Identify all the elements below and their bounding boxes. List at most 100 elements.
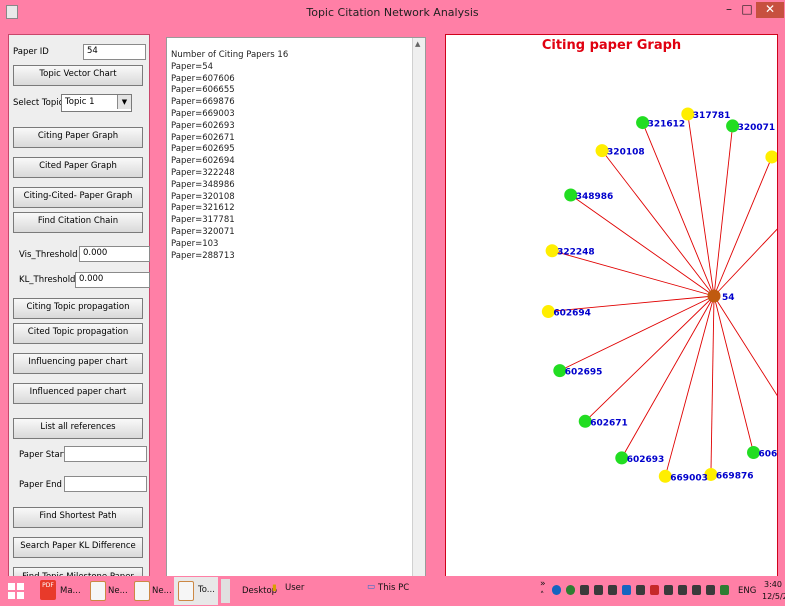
citing-topic-propagation-button[interactable]: Citing Topic propagation <box>13 298 143 319</box>
paper-node-label: 317781 <box>693 111 731 121</box>
paper-line: Paper=320071 <box>171 226 235 237</box>
paper-line: Paper=320108 <box>171 191 235 202</box>
user-folder[interactable]: User <box>285 583 304 593</box>
tray-network-icon[interactable] <box>552 585 561 595</box>
citation-edge <box>710 295 715 475</box>
paper-node-label: 320071 <box>738 123 776 133</box>
paper-node-label: 606655 <box>759 450 777 460</box>
paper-line: Paper=54 <box>171 61 214 72</box>
clock-date[interactable]: 12/5/20 <box>762 592 785 601</box>
graph-panel: Citing paper Graph 607606606655669876669… <box>445 34 778 580</box>
tray-device-icon[interactable] <box>580 585 589 595</box>
citation-edge <box>713 295 754 453</box>
topic-vector-chart-button[interactable]: Topic Vector Chart <box>13 65 143 86</box>
find-citation-chain-button[interactable]: Find Citation Chain <box>13 212 143 233</box>
maximize-button[interactable]: □ <box>740 2 754 18</box>
tray-signal-icon[interactable] <box>706 585 715 595</box>
paper-line: Paper=669876 <box>171 97 235 108</box>
java-icon[interactable] <box>90 581 106 601</box>
paper-start-label: Paper Start <box>19 450 67 460</box>
paper-list: Number of Citing Papers 16 Paper=54 Paper=… <box>171 50 288 262</box>
find-shortest-path-button[interactable]: Find Shortest Path <box>13 507 143 528</box>
influenced-paper-chart-button[interactable]: Influenced paper chart <box>13 383 143 404</box>
citation-edge <box>687 113 715 297</box>
citing-cited-paper-graph-button[interactable]: Citing-Cited- Paper Graph <box>13 187 143 208</box>
taskbar: PDF Ma... Ne... Ne... To... Desktop ▮ Us… <box>0 576 785 606</box>
toolbar-overflow-icon[interactable]: » <box>540 579 546 589</box>
cited-paper-graph-button[interactable]: Cited Paper Graph <box>13 157 143 178</box>
paper-node-label: 322248 <box>557 248 595 258</box>
citation-edge <box>584 295 715 422</box>
paper-line: Paper=348986 <box>171 179 235 190</box>
paper-node-label: 602671 <box>590 418 628 428</box>
tray-app-icon[interactable] <box>720 585 729 595</box>
textarea-scrollbar[interactable]: ▲ <box>412 38 425 579</box>
pdf-icon[interactable]: PDF <box>40 580 56 600</box>
paper-node-label: 321612 <box>648 120 686 130</box>
citation-edge <box>559 295 715 372</box>
computer-icon: ▭ <box>367 582 376 592</box>
tray-antivirus-icon[interactable] <box>650 585 659 595</box>
topic-select[interactable]: Topic 1 ▼ <box>61 94 132 112</box>
search-kl-difference-button[interactable]: Search Paper KL Difference <box>13 537 143 558</box>
topic-select-value: Topic 1 <box>65 97 95 107</box>
java-icon <box>178 581 194 601</box>
language-indicator[interactable]: ENG <box>738 586 756 596</box>
clock-time[interactable]: 3:40 PM <box>764 580 785 589</box>
tray-wifi-icon[interactable] <box>636 585 645 595</box>
taskbar-item-ne2[interactable]: Ne... <box>152 586 172 596</box>
citation-edge <box>713 156 773 297</box>
taskbar-item-to: To... <box>198 585 215 595</box>
paper-node-label: 669003 <box>670 473 708 483</box>
citation-edge <box>642 122 715 297</box>
paper-node-label: 602694 <box>553 309 591 319</box>
kl-threshold-input[interactable]: 0.000 <box>75 272 150 288</box>
close-button[interactable]: ✕ <box>756 2 784 18</box>
java-icon[interactable] <box>134 581 150 601</box>
show-hidden-icons[interactable]: ˄ <box>540 591 544 601</box>
title-bar: Topic Citation Network Analysis – □ ✕ <box>0 0 785 24</box>
paper-line: Paper=288713 <box>171 250 235 261</box>
influencing-paper-chart-button[interactable]: Influencing paper chart <box>13 353 143 374</box>
paper-line: Paper=669003 <box>171 108 235 119</box>
paper-line: Paper=103 <box>171 238 219 249</box>
taskbar-active-app[interactable]: To... <box>174 577 218 605</box>
paper-line: Number of Citing Papers 16 <box>171 50 289 60</box>
paper-line: Paper=606655 <box>171 85 235 96</box>
citation-graph: 6076066066556698766690036026936026716026… <box>541 107 777 483</box>
taskbar-item-ma[interactable]: Ma... <box>60 586 81 596</box>
tray-teamviewer-icon[interactable] <box>566 585 575 595</box>
list-all-references-button[interactable]: List all references <box>13 418 143 439</box>
tray-volume-icon[interactable] <box>608 585 617 595</box>
paper-id-input[interactable]: 54 <box>83 44 146 60</box>
citation-edge <box>621 295 715 459</box>
citation-edge <box>570 194 715 297</box>
citing-papers-textarea[interactable]: Number of Citing Papers 16 Paper=54 Paper=… <box>166 37 426 580</box>
tray-battery-icon[interactable] <box>594 585 603 595</box>
tray-power-icon[interactable] <box>692 585 701 595</box>
paper-end-input[interactable] <box>64 476 147 492</box>
cited-topic-propagation-button[interactable]: Cited Topic propagation <box>13 323 143 344</box>
this-pc[interactable]: This PC <box>378 583 409 593</box>
tray-speaker-icon[interactable] <box>664 585 673 595</box>
chevron-down-icon[interactable]: ▼ <box>117 95 131 109</box>
paper-line: Paper=321612 <box>171 203 235 214</box>
kl-threshold-label: KL_Threshold <box>19 275 76 285</box>
minimize-button[interactable]: – <box>722 2 736 18</box>
paper-line: Paper=602671 <box>171 132 235 143</box>
paper-line: Paper=602695 <box>171 144 235 155</box>
paper-node-label: 348986 <box>576 192 614 202</box>
taskbar-scroll-handle[interactable] <box>221 579 230 603</box>
vis-threshold-input[interactable]: 0.000 <box>79 246 150 262</box>
scroll-up-icon[interactable]: ▲ <box>415 40 420 48</box>
paper-start-input[interactable] <box>64 446 147 462</box>
paper-node-label: 602695 <box>565 368 603 378</box>
tray-security-icon[interactable] <box>622 585 631 595</box>
taskbar-item-ne1[interactable]: Ne... <box>108 586 128 596</box>
paper-line: Paper=607606 <box>171 73 235 84</box>
tray-flag-icon[interactable] <box>678 585 687 595</box>
windows-start-icon[interactable] <box>8 583 24 599</box>
citing-paper-graph-button[interactable]: Citing Paper Graph <box>13 127 143 148</box>
taskbar-app-group: PDF Ma... Ne... Ne... <box>38 578 172 604</box>
window-title: Topic Citation Network Analysis <box>306 6 479 19</box>
